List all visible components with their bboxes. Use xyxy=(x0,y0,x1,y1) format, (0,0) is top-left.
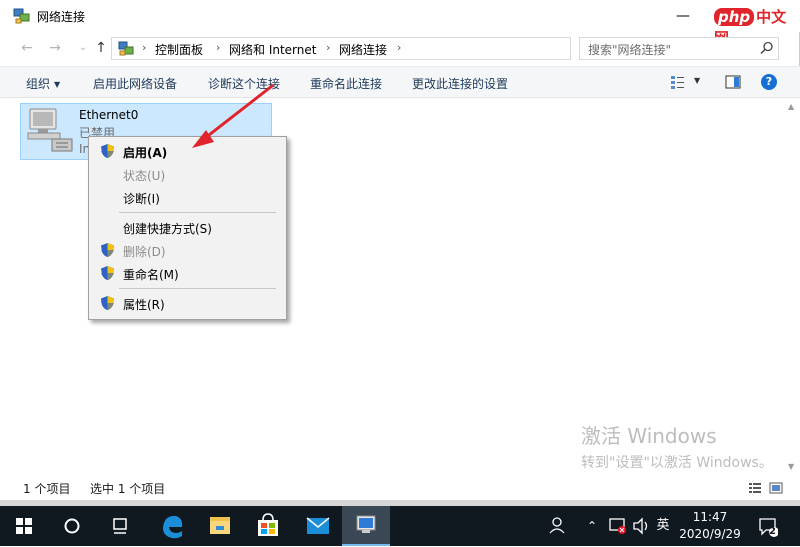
clock-time: 11:47 xyxy=(692,510,728,524)
network-connections-taskbar-button[interactable] xyxy=(342,506,390,546)
search-box[interactable]: 搜索"网络连接" xyxy=(579,37,779,60)
window-title: 网络连接 xyxy=(37,10,86,24)
status-bar: 1 个项目 选中 1 个项目 xyxy=(0,476,800,500)
show-hidden-icons-chevron-icon[interactable]: ⌃ xyxy=(584,506,600,546)
diagnose-button[interactable]: 诊断这个连接 xyxy=(208,75,280,92)
activation-subtitle: 转到"设置"以激活 Windows。 xyxy=(581,455,773,471)
menu-item-enable[interactable]: 启用(A) xyxy=(91,140,284,162)
network-connections-icon xyxy=(13,8,30,24)
menu-item-status[interactable]: 状态(U) xyxy=(91,163,284,185)
menu-item-diagnose[interactable]: 诊断(I) xyxy=(91,186,284,208)
preview-pane-icon[interactable] xyxy=(725,74,741,90)
uac-shield-icon xyxy=(101,243,114,257)
change-settings-button[interactable]: 更改此连接的设置 xyxy=(412,75,508,92)
menu-item-rename[interactable]: 重命名(M) xyxy=(91,262,284,284)
view-options-chevron-icon[interactable]: ▼ xyxy=(694,76,700,85)
scroll-down-icon[interactable]: ▼ xyxy=(788,462,794,471)
address-bar[interactable]: › 控制面板 › 网络和 Internet › 网络连接 › ⌄ ↻ xyxy=(111,37,669,60)
search-icon[interactable] xyxy=(760,41,774,55)
adapter-name: Ethernet0 xyxy=(79,108,139,122)
breadcrumb-network-connections[interactable]: 网络连接 xyxy=(339,41,387,58)
breadcrumb-separator-icon[interactable]: › xyxy=(326,41,330,54)
explorer-window: 网络连接 — php中文网 ← → ⌄ ↑ › 控制面板 › 网络和 Inter… xyxy=(0,0,800,500)
task-view-icon[interactable] xyxy=(96,506,144,546)
uac-shield-icon xyxy=(101,296,114,310)
control-panel-icon xyxy=(118,41,134,56)
enable-device-button[interactable]: 启用此网络设备 xyxy=(93,75,177,92)
edge-browser-icon[interactable] xyxy=(148,506,196,546)
menu-item-properties[interactable]: 属性(R) xyxy=(91,292,284,314)
breadcrumb-separator-icon[interactable]: › xyxy=(142,41,146,54)
breadcrumb-separator-icon[interactable]: › xyxy=(216,41,220,54)
large-icons-view-icon[interactable] xyxy=(769,481,783,495)
network-adapter-icon xyxy=(27,108,73,152)
item-count: 1 个项目 xyxy=(23,482,71,496)
recent-locations-chevron-icon[interactable]: ⌄ xyxy=(73,38,93,58)
vertical-scrollbar[interactable]: ▲ ▼ xyxy=(783,98,800,476)
organize-button[interactable]: 组织 ▼ xyxy=(26,75,60,92)
breadcrumb-separator-icon[interactable]: › xyxy=(397,41,401,54)
store-icon[interactable] xyxy=(244,506,292,546)
breadcrumb-control-panel[interactable]: 控制面板 xyxy=(155,41,203,58)
menu-item-delete[interactable]: 删除(D) xyxy=(91,239,284,261)
search-input[interactable]: 搜索"网络连接" xyxy=(588,41,671,58)
clock[interactable]: 11:47 2020/9/29 xyxy=(672,509,748,543)
people-icon[interactable] xyxy=(546,506,568,546)
minimize-button[interactable]: — xyxy=(660,0,706,32)
details-view-icon[interactable] xyxy=(748,481,762,495)
change-view-icon[interactable] xyxy=(670,74,686,90)
start-windows-icon[interactable] xyxy=(0,506,48,546)
command-bar: 组织 ▼ 启用此网络设备 诊断这个连接 重命名此连接 更改此连接的设置 ▼ ? xyxy=(0,66,800,98)
menu-separator xyxy=(119,212,276,213)
chevron-down-icon: ▼ xyxy=(54,80,61,89)
menu-item-create-shortcut[interactable]: 创建快捷方式(S) xyxy=(91,216,284,238)
back-arrow-icon[interactable]: ← xyxy=(17,38,37,58)
network-connections-taskbar-icon xyxy=(356,515,376,533)
input-method-indicator[interactable]: 英 xyxy=(652,506,674,546)
file-explorer-icon[interactable] xyxy=(196,506,244,546)
clock-date: 2020/9/29 xyxy=(679,527,741,541)
mail-icon[interactable] xyxy=(294,506,342,546)
breadcrumb-network-internet[interactable]: 网络和 Internet xyxy=(229,41,316,58)
rename-button[interactable]: 重命名此连接 xyxy=(310,75,382,92)
selected-count: 选中 1 个项目 xyxy=(90,482,166,496)
context-menu: 启用(A) 状态(U) 诊断(I) 创建快捷方式(S) 删除(D) 重命名(M)… xyxy=(88,136,287,320)
network-disconnected-icon[interactable] xyxy=(606,506,628,546)
activation-watermark: 激活 Windows 转到"设置"以激活 Windows。 xyxy=(581,420,773,472)
taskbar: ⌃ 英 11:47 2020/9/29 2 xyxy=(0,506,800,546)
title-bar[interactable]: 网络连接 — php中文网 xyxy=(0,0,800,47)
notification-count-badge: 2 xyxy=(769,526,776,537)
navigation-bar: ← → ⌄ ↑ › 控制面板 › 网络和 Internet › 网络连接 › ⌄… xyxy=(0,32,800,64)
site-watermark: php中文网 xyxy=(714,6,800,47)
activation-title: 激活 Windows xyxy=(581,424,717,448)
uac-shield-icon xyxy=(101,266,114,280)
up-arrow-icon[interactable]: ↑ xyxy=(91,38,111,58)
menu-separator xyxy=(119,288,276,289)
uac-shield-icon xyxy=(101,144,114,158)
search-circle-icon[interactable] xyxy=(48,506,96,546)
help-icon[interactable]: ? xyxy=(761,74,777,90)
scroll-up-icon[interactable]: ▲ xyxy=(788,102,794,111)
volume-icon[interactable] xyxy=(630,506,652,546)
forward-arrow-icon[interactable]: → xyxy=(45,38,65,58)
